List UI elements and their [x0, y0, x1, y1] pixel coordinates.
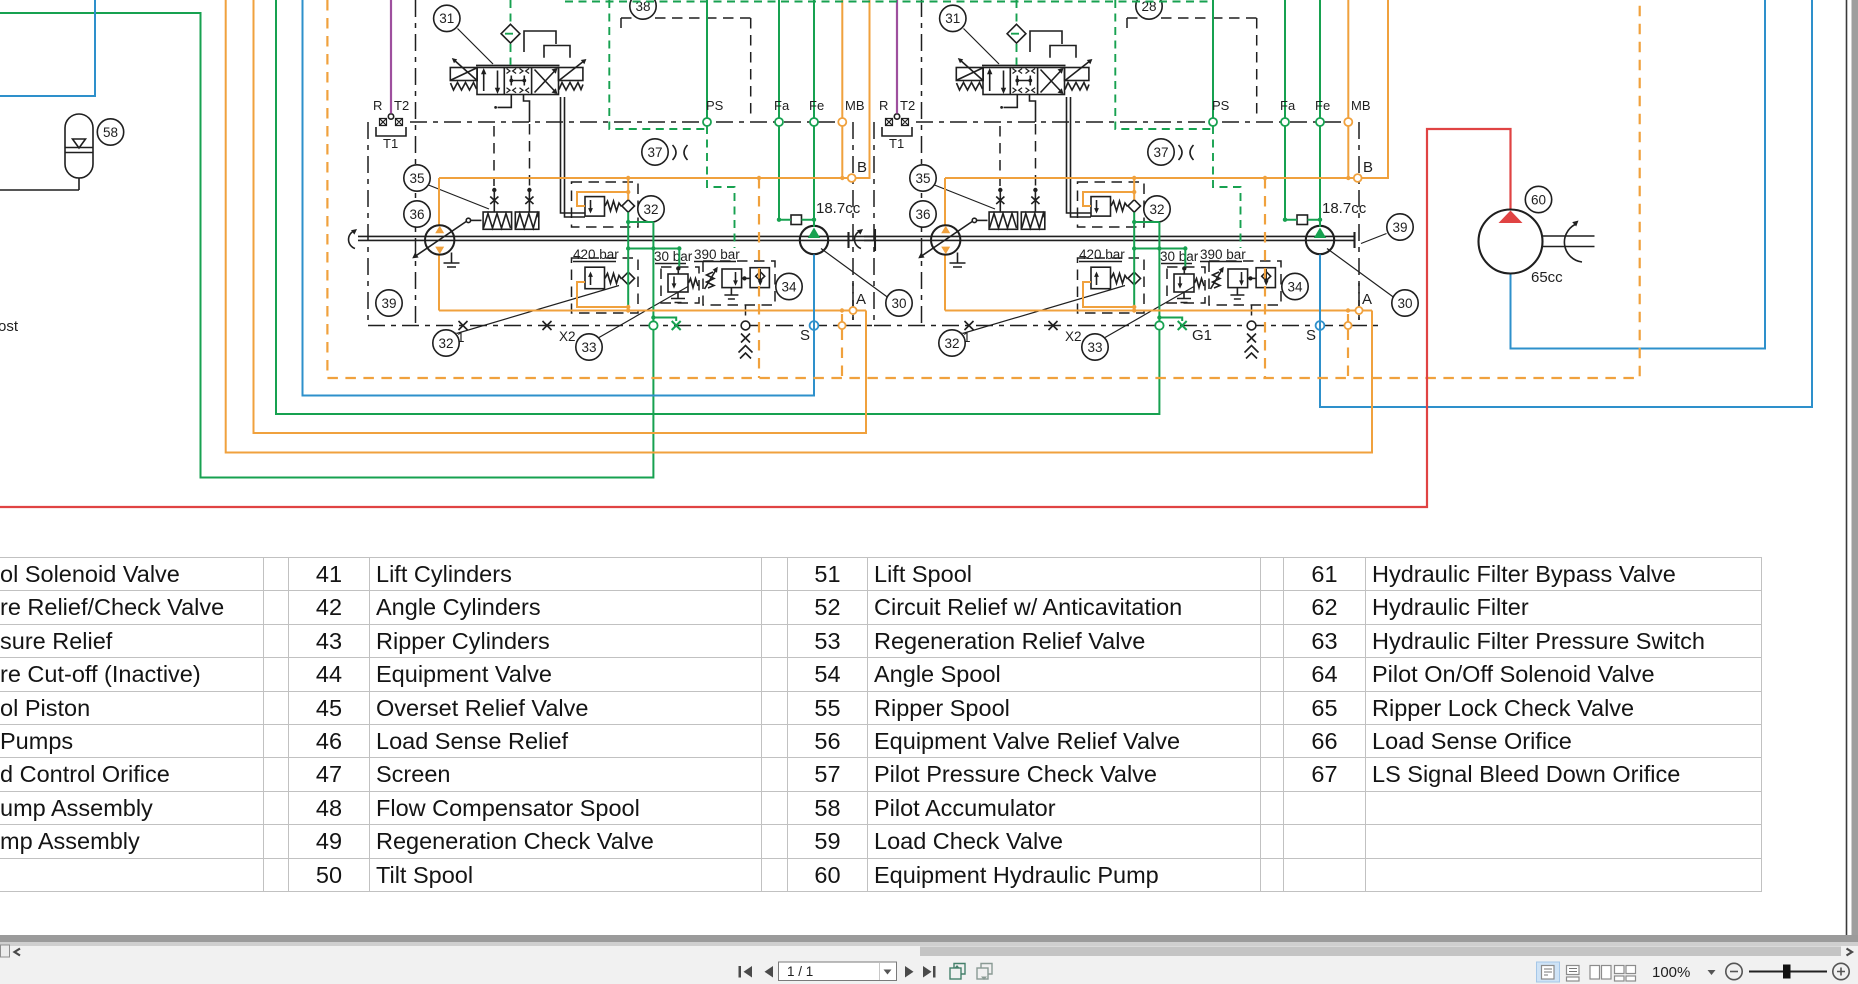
svg-text:39: 39	[1392, 220, 1407, 235]
svg-text:100%: 100%	[1652, 964, 1690, 981]
svg-text:G1: G1	[1192, 327, 1212, 344]
svg-text:39: 39	[381, 296, 396, 311]
svg-text:60: 60	[1531, 192, 1546, 207]
svg-text:65cc: 65cc	[1531, 269, 1563, 286]
svg-text:58: 58	[103, 125, 118, 140]
svg-text:ost: ost	[0, 318, 19, 335]
svg-text:1 / 1: 1 / 1	[787, 964, 813, 979]
